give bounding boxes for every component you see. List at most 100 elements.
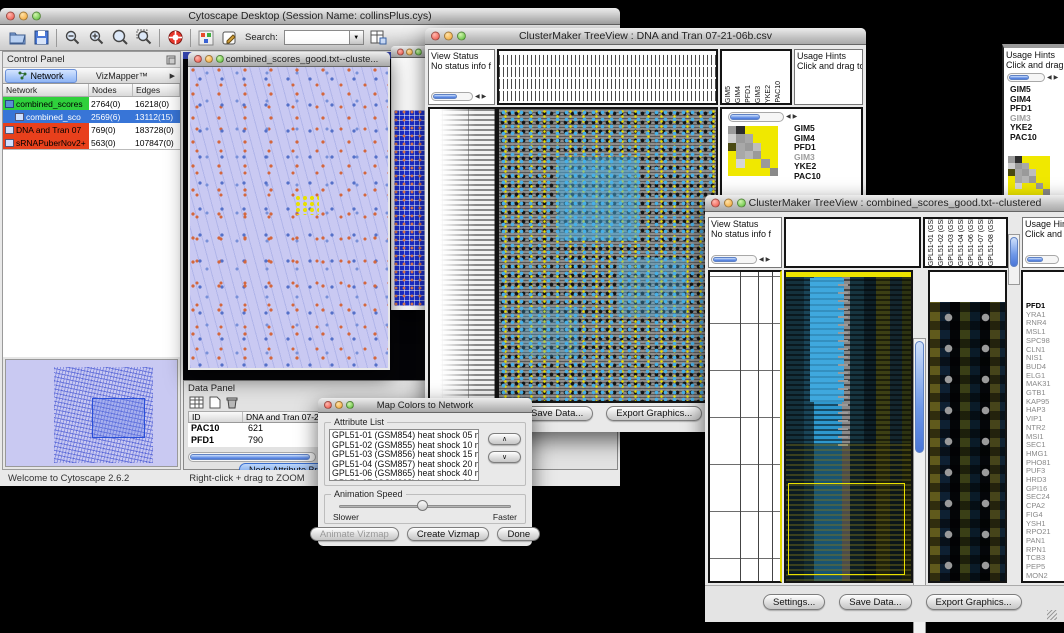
zoom-window-icon[interactable] <box>737 199 746 208</box>
zoom-fit-icon[interactable] <box>135 29 153 47</box>
data-table-row[interactable]: PFD1 790 <box>188 435 320 447</box>
search-input[interactable] <box>284 30 350 45</box>
column-label: GPL51-01 (GSM854) <box>927 217 937 266</box>
close-icon[interactable] <box>324 401 332 409</box>
move-up-button[interactable]: ∧ <box>488 433 521 445</box>
treeview1-button[interactable]: Export Graphics... <box>606 406 702 421</box>
view-status-hscroll[interactable] <box>711 255 757 264</box>
data-panel-hscrollbar[interactable] <box>188 452 316 462</box>
scroll-left-icon[interactable]: ◀ <box>759 257 764 263</box>
treeview2-column-dendrogram[interactable] <box>784 217 921 268</box>
zoom-in-icon[interactable] <box>87 29 105 47</box>
minimize-icon[interactable] <box>205 55 213 63</box>
zoom-out-icon[interactable] <box>63 29 81 47</box>
data-table: PAC10 621 PFD1 790 <box>188 423 320 447</box>
birds-eye-view[interactable] <box>5 359 178 467</box>
zoom-window-icon[interactable] <box>346 401 354 409</box>
search-dropdown-icon[interactable]: ▼ <box>350 30 364 45</box>
annotation-icon[interactable] <box>221 29 239 47</box>
network-window-1-titlebar[interactable]: combined_scores_good.txt--cluste... <box>188 52 390 67</box>
summary-heatmap[interactable] <box>728 126 778 176</box>
labels-vscroll[interactable] <box>1008 234 1020 285</box>
overview-selection-rect[interactable] <box>92 398 145 438</box>
network-tab-icon <box>18 71 27 80</box>
data-table-row[interactable]: PAC10 621 <box>188 423 320 435</box>
network-icon <box>15 113 24 121</box>
zoom-window-icon[interactable] <box>457 32 466 41</box>
tab-vizmapper[interactable]: VizMapper™ <box>79 71 165 81</box>
treeview2-row-dendrogram[interactable] <box>708 270 782 583</box>
matrix-cell <box>770 126 778 134</box>
close-icon[interactable] <box>711 199 720 208</box>
minimize-icon[interactable] <box>406 48 413 55</box>
dialog-titlebar[interactable]: Map Colors to Network <box>318 398 532 413</box>
network-table-row[interactable]: sRNAPuberNov2+ 563(0) 107847(0) <box>3 136 180 149</box>
treeview1-titlebar[interactable]: ClusterMaker TreeView : DNA and Tran 07-… <box>425 28 866 45</box>
close-icon[interactable] <box>431 32 440 41</box>
delete-attribute-icon[interactable] <box>226 396 238 409</box>
scroll-right-icon[interactable]: ▶ <box>766 257 771 263</box>
tabs-more-button[interactable]: ▶ <box>167 72 178 80</box>
treeview2-button[interactable]: Settings... <box>763 594 825 610</box>
network-table-row[interactable]: combined_sco 2569(6) 13112(15) <box>3 110 180 123</box>
summary-hscroll[interactable] <box>728 112 784 122</box>
minimize-icon[interactable] <box>19 12 28 21</box>
close-icon[interactable] <box>6 12 15 21</box>
help-lifebuoy-icon[interactable] <box>166 29 184 47</box>
gene-label[interactable]: MON2 <box>1026 572 1051 581</box>
table-mode-icon[interactable] <box>189 396 204 409</box>
vizmapper-icon[interactable] <box>197 29 215 47</box>
resize-grip[interactable] <box>1047 610 1057 620</box>
view-status-hscroll[interactable] <box>431 92 473 101</box>
tab-network[interactable]: Network <box>5 69 77 83</box>
zoom-window-icon[interactable] <box>32 12 41 21</box>
treeview2-gene-list[interactable]: PFD1YRA1RNR4MSL1SPC98CLN1NIS1BUD4ELG1MAK… <box>1026 302 1051 581</box>
treeview1-gene-list[interactable]: GIM5GIM4PFD1GIM3YKE2PAC10 <box>794 124 821 181</box>
zoomed-heatmap[interactable] <box>930 302 1005 582</box>
network-canvas-1[interactable] <box>190 67 388 368</box>
zoom-window-icon[interactable] <box>216 55 224 63</box>
treeview2-button[interactable]: Export Graphics... <box>926 594 1022 610</box>
main-titlebar[interactable]: Cytoscape Desktop (Session Name: collins… <box>0 8 620 25</box>
attribute-list[interactable]: GPL51-01 (GSM854) heat shock 05 minGPL51… <box>330 430 479 480</box>
treeview1-column-dendrogram[interactable] <box>497 49 718 105</box>
minimize-icon[interactable] <box>335 401 343 409</box>
create-vizmap-button[interactable]: Create Vizmap <box>407 527 490 541</box>
usage-hints-title: Usage Hints <box>1004 48 1064 60</box>
network-tree-empty-area[interactable] <box>3 149 180 357</box>
scroll-left-icon[interactable]: ◀ <box>475 94 480 100</box>
minimize-icon[interactable] <box>444 32 453 41</box>
attribute-browser-icon[interactable] <box>370 29 388 47</box>
save-icon[interactable] <box>32 29 50 47</box>
scroll-right-icon[interactable]: ▶ <box>793 114 798 120</box>
move-down-button[interactable]: ∨ <box>488 451 521 463</box>
speed-slider-thumb[interactable] <box>417 500 428 511</box>
treeview2-zoom-panel[interactable] <box>928 270 1007 583</box>
zoom-selected-icon[interactable] <box>111 29 129 47</box>
treeview1-row-dendrogram[interactable] <box>428 107 497 403</box>
fragment-hscroll[interactable] <box>1007 73 1045 82</box>
close-icon[interactable] <box>397 48 404 55</box>
treeview2-button[interactable]: Save Data... <box>839 594 911 610</box>
network-table-row[interactable]: combined_scores 2764(0) 16218(0) <box>3 97 180 110</box>
scrollbar-thumb[interactable] <box>190 454 310 460</box>
scroll-right-icon[interactable]: ▶ <box>482 94 487 100</box>
done-button[interactable]: Done <box>497 527 540 541</box>
matrix-cell <box>761 143 769 151</box>
attribute-item[interactable]: GPL51-07 (GSM868) heat shock 60 min <box>332 479 479 481</box>
zoom-window-icon[interactable] <box>415 48 422 55</box>
minimize-icon[interactable] <box>724 199 733 208</box>
close-icon[interactable] <box>194 55 202 63</box>
scroll-left-icon[interactable]: ◀ <box>786 114 791 120</box>
treeview1-heatmap[interactable] <box>497 107 718 403</box>
dialog-title: Map Colors to Network <box>377 400 474 411</box>
open-folder-icon[interactable] <box>8 29 26 47</box>
new-attribute-icon[interactable] <box>209 396 221 409</box>
window-controls[interactable] <box>6 12 41 21</box>
gene-label[interactable]: PAC10 <box>794 172 821 182</box>
float-panel-icon[interactable] <box>166 55 176 65</box>
scrollbar-thumb[interactable] <box>915 341 924 453</box>
treeview2-titlebar[interactable]: ClusterMaker TreeView : combined_scores_… <box>705 195 1064 212</box>
network-table-row[interactable]: DNA and Tran 07 769(0) 183728(0) <box>3 123 180 136</box>
treeview2-heatmap[interactable] <box>784 270 913 583</box>
